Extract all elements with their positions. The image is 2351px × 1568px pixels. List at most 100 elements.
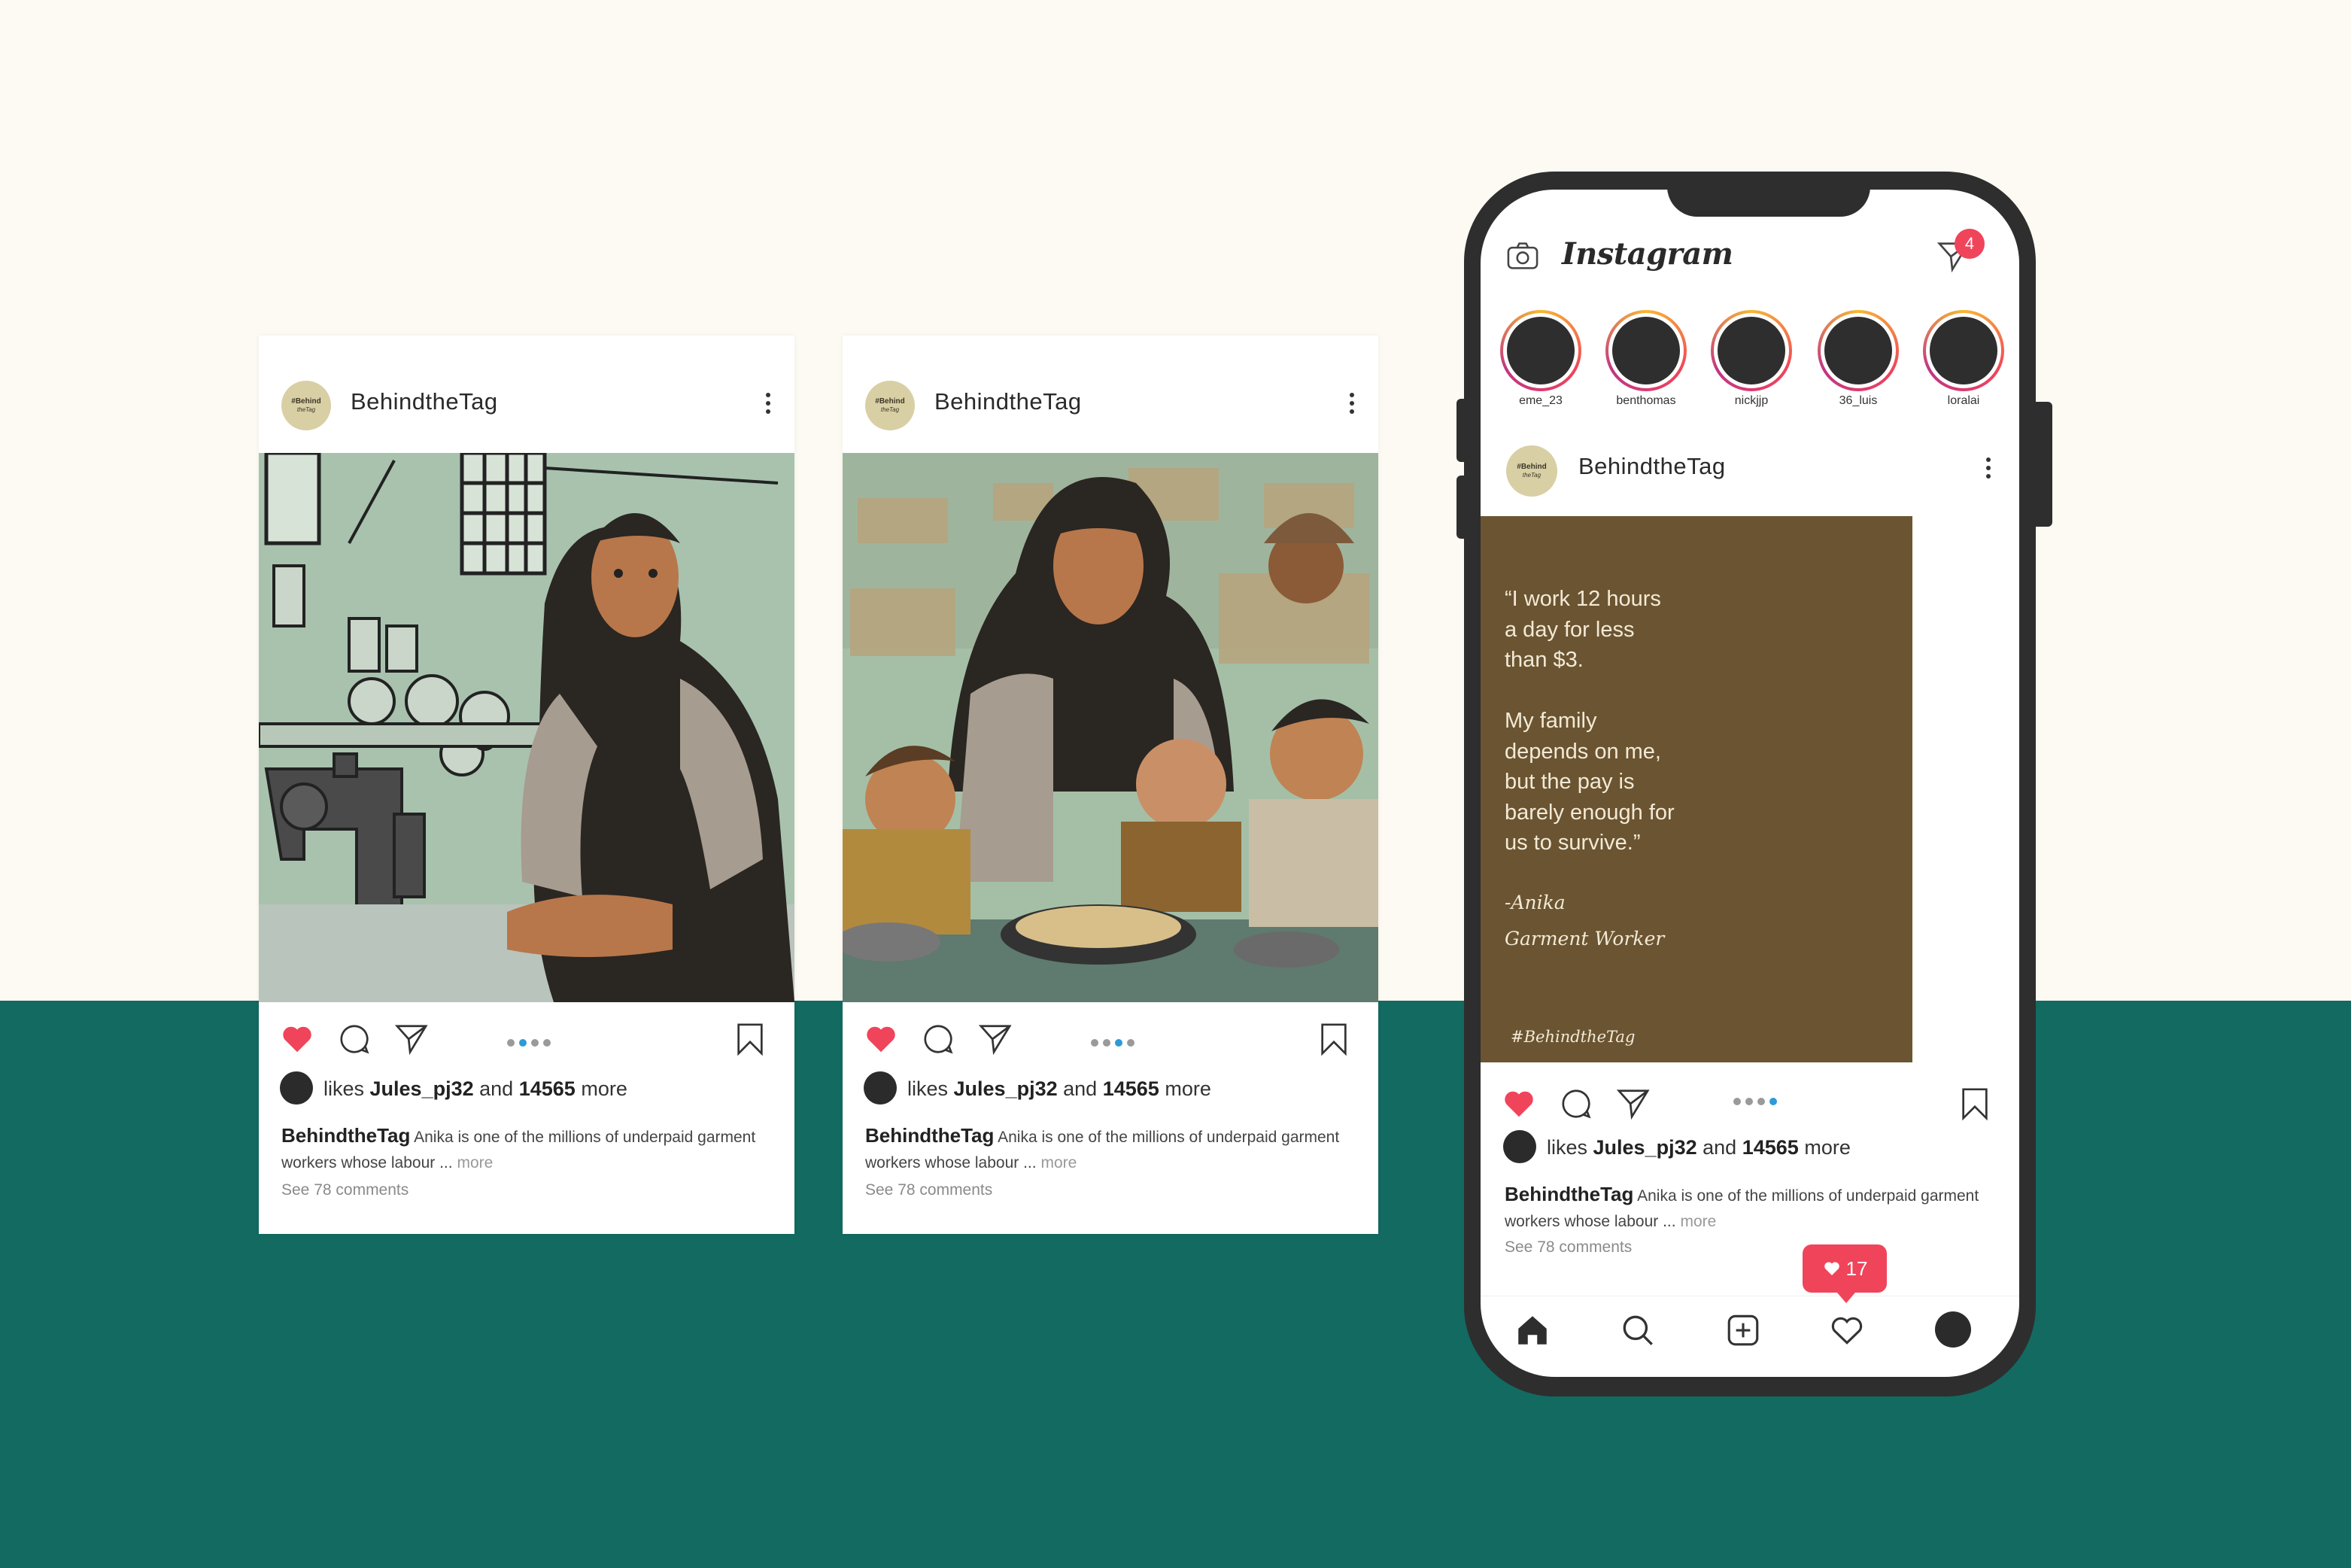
- send-icon[interactable]: [978, 1022, 1013, 1056]
- bookmark-icon[interactable]: [1958, 1086, 1992, 1121]
- more-icon[interactable]: [764, 393, 772, 417]
- story-item[interactable]: 36_luis: [1816, 310, 1900, 408]
- quote-panel: “I work 12 hours a day for less than $3.…: [1481, 516, 1912, 1062]
- carousel-dot: [1091, 1039, 1098, 1047]
- likes-count[interactable]: 14565: [519, 1077, 576, 1100]
- avatar[interactable]: #Behind theTag: [281, 381, 331, 430]
- story-item[interactable]: benthomas: [1604, 310, 1688, 408]
- story-ring: [1818, 310, 1899, 391]
- likes-and: and: [1703, 1136, 1737, 1159]
- likes-and: and: [479, 1077, 514, 1100]
- avatar: [1612, 317, 1680, 384]
- heart-icon[interactable]: [864, 1022, 898, 1056]
- likes-and: and: [1063, 1077, 1098, 1100]
- likes-suffix: more: [1804, 1136, 1851, 1159]
- caption-username[interactable]: BehindtheTag: [1505, 1183, 1633, 1205]
- avatar[interactable]: [1503, 1130, 1536, 1163]
- post-header: #Behind theTag BehindtheTag: [843, 336, 1378, 453]
- heart-icon[interactable]: [280, 1022, 314, 1056]
- story-item[interactable]: loralai: [1921, 310, 2006, 408]
- avatar[interactable]: #Behind theTag: [1506, 445, 1557, 497]
- post-username[interactable]: BehindtheTag: [1578, 453, 1726, 480]
- send-icon[interactable]: [1616, 1086, 1651, 1121]
- profile-icon[interactable]: [1935, 1311, 1971, 1348]
- post-header: #Behind theTag BehindtheTag: [259, 336, 794, 453]
- likes-prefix: likes: [907, 1077, 949, 1100]
- likes-suffix: more: [1165, 1077, 1211, 1100]
- caption-username[interactable]: BehindtheTag: [281, 1124, 410, 1147]
- carousel-dot: [1757, 1098, 1765, 1105]
- avatar: [1718, 317, 1785, 384]
- carousel-dot: [1733, 1098, 1741, 1105]
- avatar[interactable]: #Behind theTag: [865, 381, 915, 430]
- more-icon[interactable]: [1348, 393, 1356, 417]
- see-comments-link[interactable]: See 78 comments: [281, 1181, 409, 1199]
- quote-role: Garment Worker: [1505, 928, 1665, 950]
- see-comments-link[interactable]: See 78 comments: [1505, 1238, 1632, 1257]
- story-ring: [1500, 310, 1581, 391]
- likes-row: likes Jules_pj32 and 14565 more: [864, 1071, 1360, 1108]
- carousel-dot: [543, 1039, 551, 1047]
- app-logo: Instagram: [1562, 236, 1733, 272]
- likes-text: likes Jules_pj32 and 14565 more: [1547, 1136, 1851, 1159]
- see-comments-link[interactable]: See 78 comments: [865, 1181, 992, 1199]
- carousel-dot: [1127, 1039, 1134, 1047]
- post-header: #Behind theTag BehindtheTag: [1481, 430, 2019, 506]
- camera-icon[interactable]: [1506, 241, 1539, 271]
- likes-suffix: more: [581, 1077, 627, 1100]
- caption-more-link[interactable]: more: [457, 1154, 493, 1171]
- add-icon[interactable]: [1724, 1311, 1762, 1349]
- avatar: [1930, 317, 1997, 384]
- carousel-dot-active: [519, 1039, 527, 1047]
- likes-count[interactable]: 14565: [1742, 1136, 1799, 1159]
- quote-text: “I work 12 hours a day for less than $3.…: [1505, 587, 1675, 855]
- likes-text: likes Jules_pj32 and 14565 more: [907, 1077, 1211, 1101]
- carousel-dot: [531, 1039, 539, 1047]
- comment-icon[interactable]: [921, 1022, 955, 1056]
- likes-user[interactable]: Jules_pj32: [954, 1077, 1058, 1100]
- likes-user[interactable]: Jules_pj32: [1593, 1136, 1697, 1159]
- carousel-dot: [1103, 1039, 1110, 1047]
- carousel-dots: [1091, 1037, 1151, 1047]
- story-username: benthomas: [1616, 394, 1676, 407]
- likes-row: likes Jules_pj32 and 14565 more: [1503, 1130, 2000, 1166]
- post-caption: BehindtheTag Anika is one of the million…: [281, 1123, 770, 1176]
- carousel-dots: [507, 1037, 567, 1047]
- quote-author: -Anika: [1505, 892, 1566, 913]
- post-username[interactable]: BehindtheTag: [351, 388, 498, 415]
- search-icon[interactable]: [1619, 1311, 1657, 1349]
- carousel-dots: [1733, 1095, 1794, 1105]
- caption-more-link[interactable]: more: [1040, 1154, 1077, 1171]
- heart-icon[interactable]: [1502, 1086, 1536, 1121]
- home-icon[interactable]: [1514, 1311, 1551, 1349]
- avatar[interactable]: [280, 1071, 313, 1105]
- post-actions: [843, 1005, 1378, 1073]
- post-username[interactable]: BehindtheTag: [934, 388, 1082, 415]
- avatar-text: #Behind: [875, 397, 905, 406]
- more-icon[interactable]: [1985, 457, 1992, 482]
- activity-notification-bubble[interactable]: 17: [1803, 1244, 1887, 1303]
- avatar[interactable]: [864, 1071, 897, 1105]
- caption-username[interactable]: BehindtheTag: [865, 1124, 994, 1147]
- activity-icon[interactable]: [1828, 1311, 1866, 1349]
- stories-bar: eme_23 benthomas nickjjp 36_luis loralai: [1481, 310, 2019, 415]
- bookmark-icon[interactable]: [733, 1022, 767, 1056]
- post-card-1: #Behind theTag BehindtheTag likes Jules_…: [259, 336, 794, 1234]
- avatar-text-2: theTag: [1522, 472, 1542, 479]
- comment-icon[interactable]: [337, 1022, 372, 1056]
- post-caption: BehindtheTag Anika is one of the million…: [1505, 1181, 1994, 1235]
- avatar-text-2: theTag: [880, 406, 900, 413]
- avatar-text: #Behind: [1517, 463, 1547, 471]
- comment-icon[interactable]: [1559, 1086, 1593, 1121]
- bookmark-icon[interactable]: [1317, 1022, 1351, 1056]
- send-icon[interactable]: [394, 1022, 429, 1056]
- caption-more-link[interactable]: more: [1680, 1213, 1716, 1230]
- likes-user[interactable]: Jules_pj32: [370, 1077, 474, 1100]
- story-item[interactable]: nickjjp: [1709, 310, 1794, 408]
- post-card-2: #Behind theTag BehindtheTag likes Jules_…: [843, 336, 1378, 1234]
- quote-hashtag: #BehindtheTag: [1511, 1028, 1636, 1046]
- story-item[interactable]: eme_23: [1499, 310, 1583, 408]
- post-actions: [259, 1005, 794, 1073]
- likes-count[interactable]: 14565: [1103, 1077, 1159, 1100]
- post-image-sewing-worker: [259, 453, 794, 1002]
